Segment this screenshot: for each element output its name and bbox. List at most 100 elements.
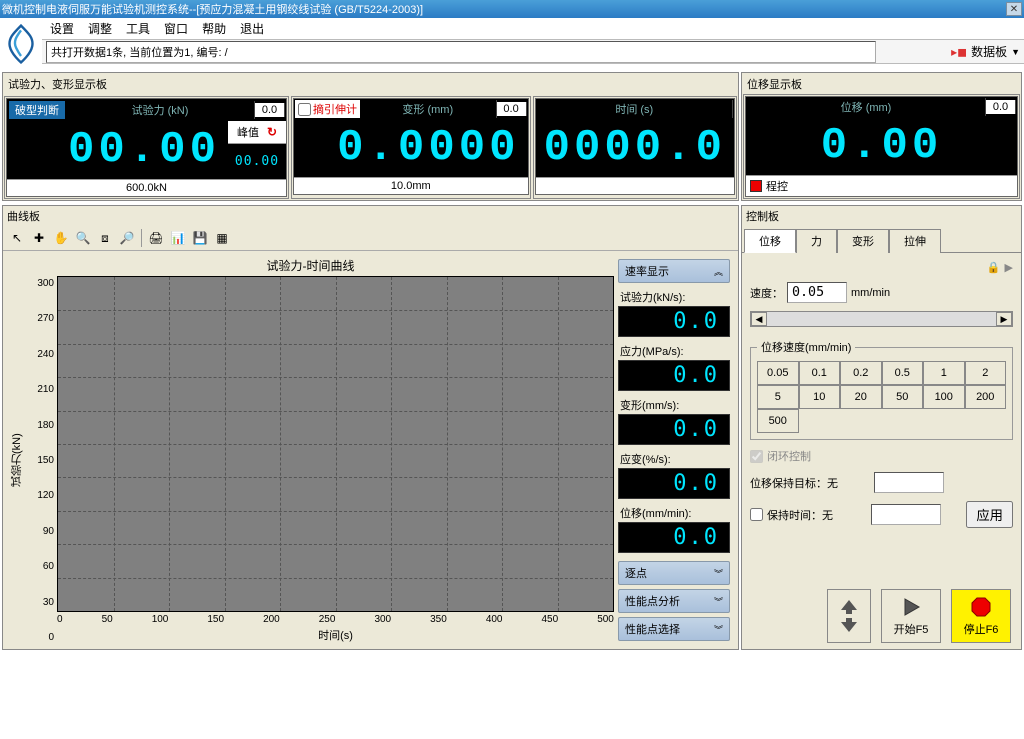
menu-settings[interactable]: 设置 bbox=[46, 18, 78, 39]
hold-target-label: 位移保持目标：无 bbox=[750, 475, 870, 491]
time-value: 0000.0 bbox=[536, 119, 734, 177]
break-judge-badge[interactable]: 破型判断 bbox=[9, 101, 65, 119]
zoom-region-icon[interactable]: ⧈ bbox=[95, 229, 115, 247]
speed-btn[interactable]: 0.2 bbox=[840, 361, 882, 385]
pan-tool-icon[interactable]: ✋ bbox=[51, 229, 71, 247]
chart-settings-icon[interactable]: 📊 bbox=[168, 229, 188, 247]
speed-btn[interactable]: 2 bbox=[965, 361, 1007, 385]
export-icon[interactable]: 💾 bbox=[190, 229, 210, 247]
data-board-label[interactable]: 数据板 bbox=[971, 43, 1007, 60]
lock-icon[interactable]: 🔒 bbox=[987, 261, 1001, 274]
speed-input[interactable] bbox=[787, 282, 847, 303]
menu-bar: 设置 调整 工具 窗口 帮助 退出 bbox=[42, 18, 1024, 40]
print-icon[interactable]: 🖨 bbox=[146, 229, 166, 247]
tab-displacement[interactable]: 位移 bbox=[744, 229, 796, 253]
start-button[interactable]: 开始F5 bbox=[881, 589, 941, 643]
hold-time-checkbox[interactable] bbox=[750, 508, 763, 521]
chart-plot-area[interactable] bbox=[57, 276, 614, 612]
program-control-label: 程控 bbox=[766, 178, 788, 194]
rate-header[interactable]: 速率显示︽ bbox=[618, 259, 730, 283]
force-value: 00.00 bbox=[7, 121, 228, 179]
menu-help[interactable]: 帮助 bbox=[198, 18, 230, 39]
deform-label: 变形 (mm) bbox=[360, 100, 497, 118]
rate-deform: 变形(mm/s):0.0 bbox=[618, 395, 730, 445]
x-axis-title: 时间(s) bbox=[57, 625, 614, 645]
jog-updown-button[interactable] bbox=[827, 589, 871, 643]
force-range: 600.0kN bbox=[7, 179, 286, 196]
speed-btn[interactable]: 0.5 bbox=[882, 361, 924, 385]
speed-btn[interactable]: 0.1 bbox=[799, 361, 841, 385]
speed-btn[interactable]: 20 bbox=[840, 385, 882, 409]
expand-icon: ︾ bbox=[714, 623, 723, 636]
speed-unit: mm/min bbox=[851, 287, 890, 299]
menu-window[interactable]: 窗口 bbox=[160, 18, 192, 39]
speed-btn[interactable]: 200 bbox=[965, 385, 1007, 409]
chart-title: 试验力-时间曲线 bbox=[7, 255, 614, 276]
closed-loop-label: 闭环控制 bbox=[767, 448, 811, 464]
dropdown-icon[interactable]: ▼ bbox=[1011, 47, 1020, 57]
zoom-reset-icon[interactable]: 🔎 bbox=[117, 229, 137, 247]
time-label: 时间 (s) bbox=[537, 100, 733, 118]
data-board-icon[interactable]: ▸◼ bbox=[951, 45, 967, 59]
disp-label: 位移 (mm) bbox=[747, 98, 986, 116]
speed-btn[interactable]: 1 bbox=[923, 361, 965, 385]
rate-strain: 应变(%/s):0.0 bbox=[618, 449, 730, 499]
pointer-tool-icon[interactable]: ↖ bbox=[7, 229, 27, 247]
apply-button[interactable]: 应用 bbox=[966, 501, 1013, 528]
speed-btn[interactable]: 100 bbox=[923, 385, 965, 409]
closed-loop-checkbox bbox=[750, 450, 763, 463]
window-title: 微机控制电液伺服万能试验机测控系统--[预应力混凝土用钢绞线试验 (GB/T52… bbox=[2, 1, 423, 17]
disp-zero[interactable]: 0.0 bbox=[986, 100, 1016, 114]
tab-force[interactable]: 力 bbox=[796, 229, 837, 253]
speed-row: 速度： mm/min bbox=[750, 282, 1013, 303]
scroll-right-icon[interactable]: ▶ bbox=[996, 312, 1012, 326]
control-panel: 控制板 位移 力 变形 拉伸 🔒 ▶ 速度： mm/min ◀ ▶ bbox=[741, 205, 1022, 650]
force-zero[interactable]: 0.0 bbox=[255, 103, 285, 117]
force-label: 试验力 (kN) bbox=[66, 101, 255, 119]
menu-tools[interactable]: 工具 bbox=[122, 18, 154, 39]
speed-btn[interactable]: 500 bbox=[757, 409, 799, 433]
hold-target-input[interactable] bbox=[874, 472, 944, 493]
menu-exit[interactable]: 退出 bbox=[236, 18, 268, 39]
close-button[interactable]: ✕ bbox=[1006, 2, 1022, 16]
extensometer-checkbox[interactable] bbox=[298, 103, 311, 116]
grid-icon[interactable]: ▦ bbox=[212, 229, 232, 247]
peak-reset-icon[interactable]: ↻ bbox=[263, 125, 281, 139]
tab-deform[interactable]: 变形 bbox=[837, 229, 889, 253]
crosshair-tool-icon[interactable]: ✚ bbox=[29, 229, 49, 247]
rate-stress: 应力(MPa/s):0.0 bbox=[618, 341, 730, 391]
collapse-icon: ︽ bbox=[714, 265, 723, 278]
status-bar: 共打开数据1条, 当前位置为1, 编号: / ▸◼ 数据板 ▼ bbox=[42, 40, 1024, 64]
peak-label: 峰值 bbox=[233, 123, 263, 141]
arrow-right-icon[interactable]: ▶ bbox=[1005, 261, 1013, 274]
tab-tension[interactable]: 拉伸 bbox=[889, 229, 941, 253]
analysis-header[interactable]: 性能点分析︾ bbox=[618, 589, 730, 613]
hold-time-input[interactable] bbox=[871, 504, 941, 525]
deform-zero[interactable]: 0.0 bbox=[497, 102, 527, 116]
menu-adjust[interactable]: 调整 bbox=[84, 18, 116, 39]
disp-value: 0.00 bbox=[746, 117, 1017, 175]
rate-force: 试验力(kN/s):0.0 bbox=[618, 287, 730, 337]
speed-btn[interactable]: 50 bbox=[882, 385, 924, 409]
y-axis-ticks: 300270 240210 180150 12090 6030 0 bbox=[27, 276, 57, 645]
peak-value: 00.00 bbox=[228, 144, 286, 179]
force-deform-panel-title: 试验力、变形显示板 bbox=[4, 74, 737, 94]
speed-preset-group: 位移速度(mm/min) 0.05 0.1 0.2 0.5 1 2 5 10 2… bbox=[750, 339, 1013, 440]
speed-btn[interactable]: 5 bbox=[757, 385, 799, 409]
control-panel-title: 控制板 bbox=[742, 206, 1021, 226]
control-tabs: 位移 力 变形 拉伸 bbox=[742, 226, 1021, 253]
speed-btn[interactable]: 10 bbox=[799, 385, 841, 409]
hold-time-label: 保持时间：无 bbox=[767, 507, 867, 523]
scroll-left-icon[interactable]: ◀ bbox=[751, 312, 767, 326]
points-header[interactable]: 逐点︾ bbox=[618, 561, 730, 585]
stop-button[interactable]: 停止F6 bbox=[951, 589, 1011, 643]
chart-toolbar: ↖ ✚ ✋ 🔍 ⧈ 🔎 🖨 📊 💾 ▦ bbox=[3, 226, 738, 251]
curve-panel-title: 曲线板 bbox=[3, 206, 738, 226]
speed-scrollbar[interactable]: ◀ ▶ bbox=[750, 311, 1013, 327]
point-select-header[interactable]: 性能点选择︾ bbox=[618, 617, 730, 641]
zoom-in-icon[interactable]: 🔍 bbox=[73, 229, 93, 247]
expand-icon: ︾ bbox=[714, 595, 723, 608]
speed-group-label: 位移速度(mm/min) bbox=[757, 339, 855, 355]
status-text: 共打开数据1条, 当前位置为1, 编号: / bbox=[46, 41, 876, 63]
speed-btn[interactable]: 0.05 bbox=[757, 361, 799, 385]
